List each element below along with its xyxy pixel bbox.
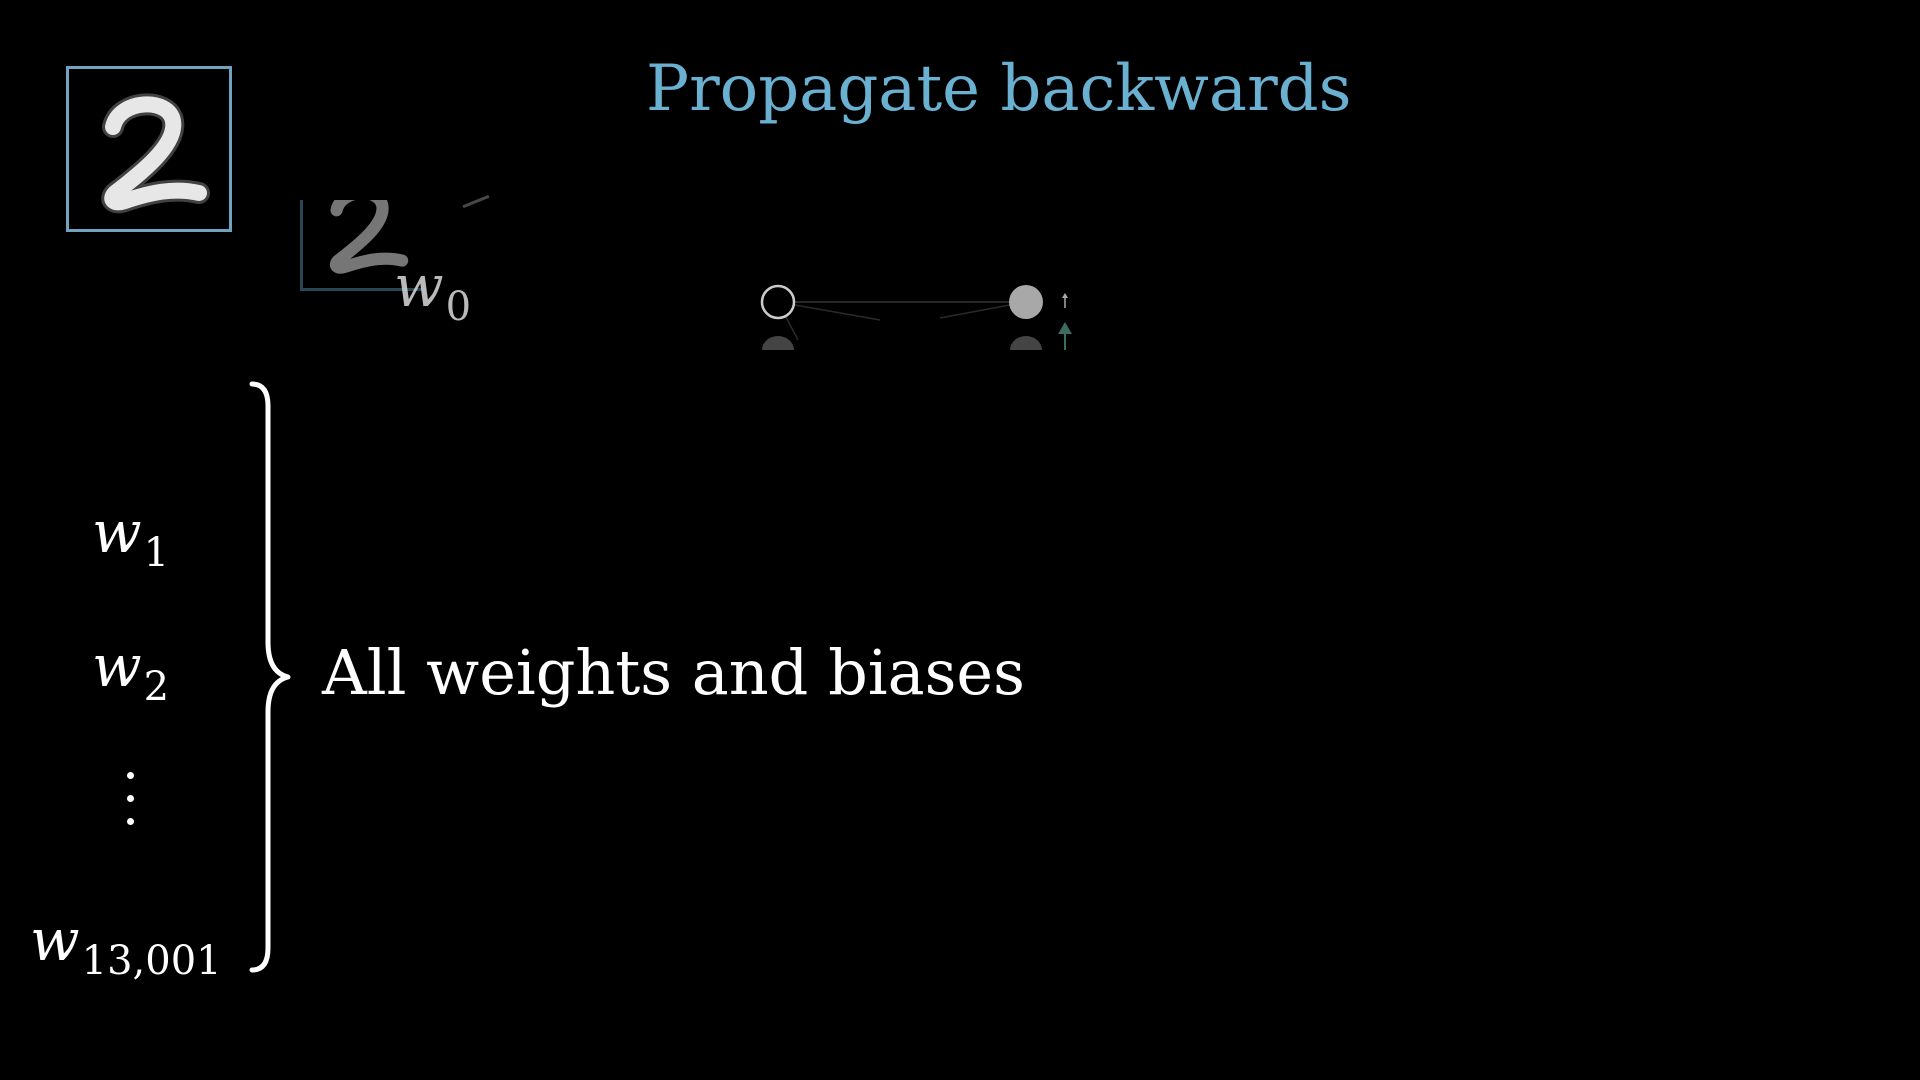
nudge-arrow-head-icon [1062,293,1068,298]
param-w1: w1 [92,498,169,576]
nudge-arrow-head-icon [1058,322,1072,334]
network-fragment [760,284,1072,350]
page-title: Propagate backwards [646,52,1352,126]
param-w0: w0 [394,252,471,330]
brace-label: All weights and biases [322,636,1025,709]
digit-image-frame [66,66,232,232]
vertical-dots-icon [120,772,140,842]
param-w-last-sub: 13,001 [81,938,222,984]
neuron-faded [1010,336,1042,350]
param-w2: w2 [92,632,169,710]
param-w0-base: w [394,252,444,320]
param-w2-sub: 2 [143,664,170,710]
param-w1-base: w [92,498,142,566]
ghost-stroke [462,194,490,209]
neuron-faded [762,336,794,350]
param-w1-sub: 1 [143,530,170,576]
param-w2-base: w [92,632,142,700]
param-w-last-base: w [30,906,80,974]
neuron-hollow [760,284,796,320]
neuron-filled [1009,285,1043,319]
handwritten-digit-icon [101,93,210,214]
curly-brace-icon [249,381,291,973]
param-w0-sub: 0 [445,284,472,330]
param-w-last: w13,001 [30,906,222,984]
